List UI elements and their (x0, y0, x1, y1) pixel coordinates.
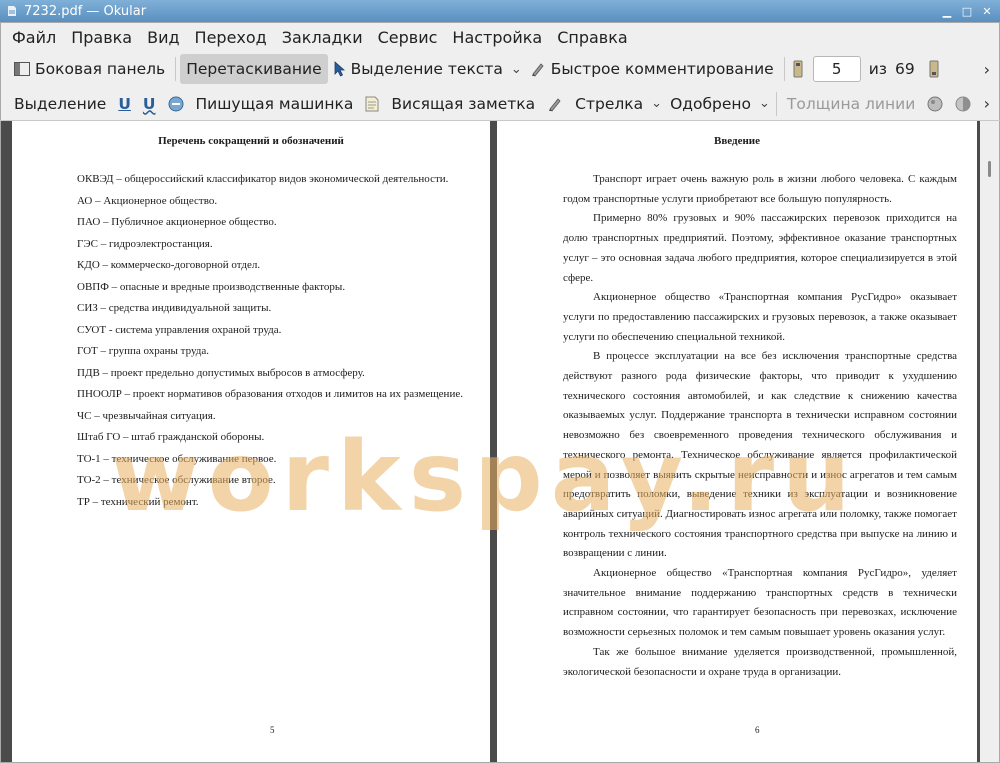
opacity-icon[interactable] (949, 89, 977, 119)
cursor-icon (334, 61, 346, 77)
menu-settings[interactable]: Настройка (446, 28, 548, 47)
paragraph: В процессе эксплуатации на все без исклю… (563, 350, 957, 560)
intro-text: Транспорт играет очень важную роль в жиз… (563, 170, 957, 682)
list-item: ОКВЭД – общероссийский классификатор вид… (77, 173, 449, 185)
sidebar-icon (14, 62, 30, 76)
line-width-label: Толщина линии (786, 94, 916, 113)
selection-tool-label: Выделение (14, 94, 107, 113)
page-number: 5 (270, 725, 275, 735)
text-select-tool-label: Выделение текста (350, 60, 503, 78)
line-width-button[interactable]: Толщина линии (781, 89, 921, 119)
minimize-icon[interactable]: ▁ (940, 4, 954, 18)
text-select-tool-button[interactable]: Выделение текста (328, 54, 509, 84)
paragraph: Акционерное общество «Транспортная компа… (563, 567, 957, 639)
page-count: 69 (895, 60, 915, 78)
list-item: ЧС – чрезвычайная ситуация. (77, 409, 216, 422)
page-number-input[interactable]: 5 (812, 56, 861, 82)
menu-file[interactable]: Файл (6, 28, 62, 47)
menu-view[interactable]: Вид (141, 28, 185, 47)
sticky-note-tool-button[interactable]: Висящая заметка (385, 89, 541, 119)
list-item: ОВПФ – опасные и вредные производственны… (77, 280, 346, 293)
toolbar-overflow-icon[interactable]: › (984, 60, 990, 79)
browse-tool-label: Перетаскивание (186, 60, 322, 78)
page-of-label: из (868, 60, 888, 78)
main-toolbar: Боковая панель Перетаскивание Выделение … (0, 52, 1000, 86)
scrollbar-thumb[interactable] (988, 161, 991, 177)
paragraph: Акционерное общество «Транспортная компа… (563, 291, 957, 343)
toolbar-overflow-icon[interactable]: › (984, 94, 990, 113)
list-item: ПАО – Публичное акционерное общество. (77, 216, 277, 228)
list-item: СУОТ - система управления охраной труда. (77, 323, 282, 336)
sticky-note-tool-label: Висящая заметка (391, 94, 536, 113)
quick-annotation-button[interactable]: Быстрое комментирование (524, 54, 780, 84)
menu-bookmarks[interactable]: Закладки (276, 28, 369, 47)
list-item: АО – Акционерное общество. (77, 194, 218, 207)
title-bar: 7232.pdf — Okular ▁ □ ✕ (0, 0, 1000, 22)
chevron-down-icon[interactable]: ⌄ (511, 62, 522, 77)
chevron-down-icon[interactable]: ⌄ (759, 96, 770, 111)
strikeout-icon[interactable] (162, 89, 190, 119)
menu-edit[interactable]: Правка (65, 28, 138, 47)
sidebar-toggle-button[interactable]: Боковая панель (8, 54, 171, 84)
next-page-icon[interactable] (929, 60, 939, 78)
vertical-scrollbar[interactable] (980, 121, 998, 762)
list-item: ГОТ – группа охраны труда. (77, 345, 209, 357)
list-item: ТО-2 – техническое обслуживание второе. (77, 474, 276, 486)
document-view[interactable]: Перечень сокращений и обозначений ОКВЭД … (1, 121, 998, 762)
menu-tools[interactable]: Сервис (372, 28, 444, 47)
list-item: ПНООЛР – проект нормативов образования о… (77, 388, 463, 400)
list-item: ГЭС – гидроэлектростанция. (77, 237, 213, 250)
arrow-tool-button[interactable]: Стрелка (569, 89, 649, 119)
typewriter-tool-label: Пишущая машинка (195, 94, 354, 113)
paragraph: Так же большое внимание уделяется произв… (563, 645, 957, 678)
close-icon[interactable]: ✕ (980, 4, 994, 18)
list-item: ПДВ – проект предельно допустимых выброс… (77, 366, 365, 379)
typewriter-tool-button[interactable]: Пишущая машинка (190, 89, 360, 119)
toolbar-separator (775, 91, 777, 116)
abbreviations-list: ОКВЭД – общероссийский классификатор вид… (77, 173, 477, 517)
stamp-tool-label: Одобрено (670, 94, 752, 113)
toolbar-separator (175, 57, 177, 81)
list-item: Штаб ГО – штаб гражданской обороны. (77, 431, 265, 443)
underline-icon[interactable]: U (112, 89, 137, 119)
window-title: 7232.pdf — Okular (24, 3, 147, 19)
paragraph: Транспорт играет очень важную роль в жиз… (563, 173, 957, 205)
freehand-pen-icon[interactable] (541, 89, 569, 119)
squiggly-underline-icon[interactable]: U (137, 89, 162, 119)
paragraph: Примерно 80% грузовых и 90% пассажирских… (563, 212, 957, 284)
document-page: Перечень сокращений и обозначений ОКВЭД … (12, 121, 490, 762)
menu-go[interactable]: Переход (189, 28, 273, 47)
list-item: ТР – технический ремонт. (77, 495, 199, 508)
menu-bar: Файл Правка Вид Переход Закладки Сервис … (0, 22, 1000, 52)
pen-icon (530, 61, 546, 77)
page-heading: Перечень сокращений и обозначений (158, 135, 344, 147)
page-number: 6 (755, 725, 760, 735)
maximize-icon[interactable]: □ (960, 4, 974, 18)
color-picker-icon[interactable] (921, 89, 949, 119)
chevron-down-icon[interactable]: ⌄ (651, 96, 662, 111)
sidebar-toggle-label: Боковая панель (35, 60, 166, 78)
document-page: Введение Транспорт играет очень важную р… (497, 121, 977, 762)
toolbar-separator (783, 57, 785, 81)
okular-app-icon (4, 3, 20, 19)
list-item: КДО – коммерческо-договорной отдел. (77, 259, 261, 271)
note-icon[interactable] (359, 89, 385, 119)
list-item: СИЗ – средства индивидуальной защиты. (77, 302, 272, 314)
browse-tool-button[interactable]: Перетаскивание (180, 54, 328, 84)
stamp-tool-button[interactable]: Одобрено (664, 89, 757, 119)
arrow-tool-label: Стрелка (575, 94, 644, 113)
selection-tool-button[interactable]: Выделение (8, 89, 112, 119)
quick-annotation-label: Быстрое комментирование (550, 60, 774, 78)
annotation-toolbar: Выделение U U Пишущая машинка Висящая за… (0, 87, 1000, 121)
list-item: ТО-1 – техническое обслуживание первое. (77, 452, 277, 465)
page-heading: Введение (713, 135, 761, 147)
menu-help[interactable]: Справка (551, 28, 634, 47)
previous-page-icon[interactable] (793, 60, 803, 78)
